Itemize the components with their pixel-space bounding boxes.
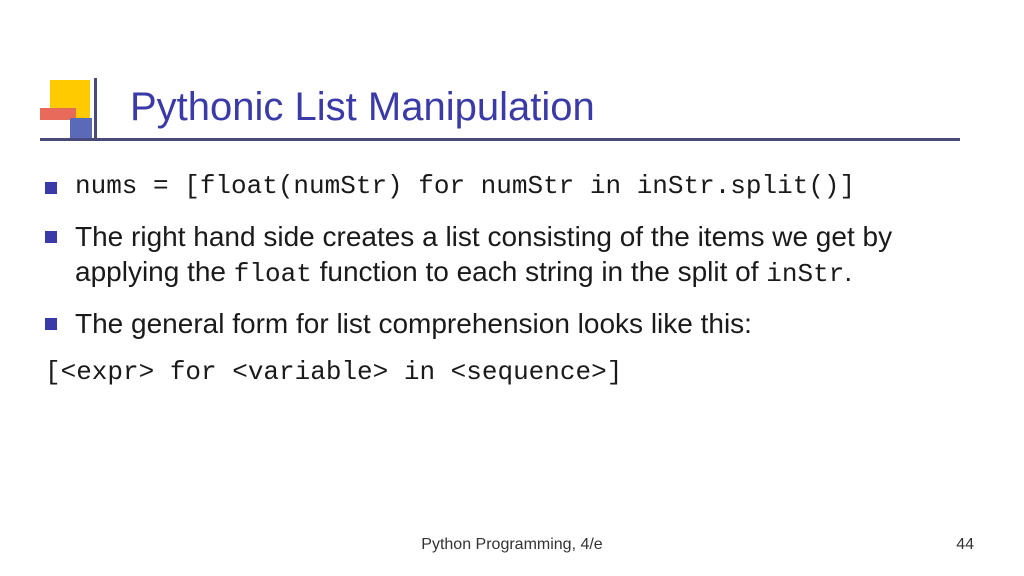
text-run: function to each string in the split of (312, 256, 766, 287)
bullet-text: The general form for list comprehension … (75, 306, 752, 341)
bullet-text: The right hand side creates a list consi… (75, 219, 985, 291)
text-run: The general form for list comprehension … (75, 308, 752, 339)
bullet-item: The right hand side creates a list consi… (45, 219, 985, 291)
text-run: . (844, 256, 852, 287)
bullet-item: The general form for list comprehension … (45, 306, 985, 341)
code-run: float (234, 259, 312, 289)
bullet-icon (45, 231, 57, 243)
page-number: 44 (956, 536, 974, 554)
slide-title: Pythonic List Manipulation (130, 85, 595, 130)
code-template-line: [<expr> for <variable> in <sequence>] (45, 357, 985, 387)
bullet-text-code: nums = [float(numStr) for numStr in inSt… (75, 170, 855, 203)
bullet-icon (45, 182, 57, 194)
bullet-icon (45, 318, 57, 330)
deco-blue-square (70, 118, 92, 140)
title-line-vertical (94, 78, 97, 140)
slide-content: nums = [float(numStr) for numStr in inSt… (45, 170, 985, 401)
code-run: inStr (766, 259, 844, 289)
bullet-item: nums = [float(numStr) for numStr in inSt… (45, 170, 985, 203)
footer-center: Python Programming, 4/e (0, 536, 1024, 554)
title-decoration (40, 80, 100, 140)
title-line-horizontal (40, 138, 960, 141)
